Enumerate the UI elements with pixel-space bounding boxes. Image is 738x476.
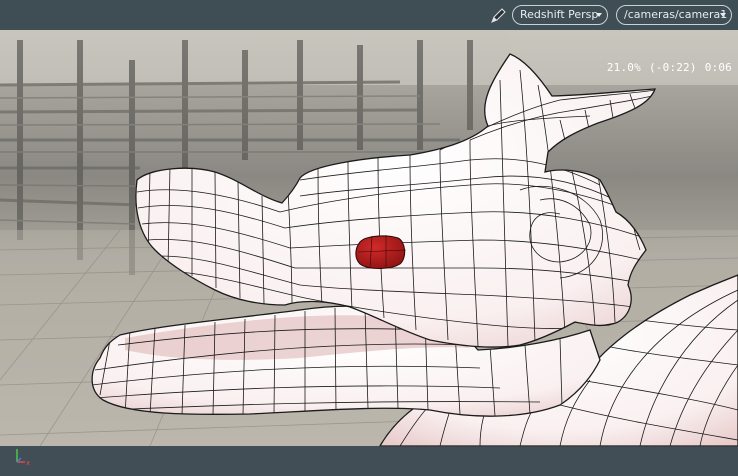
chevron-down-icon xyxy=(720,13,726,17)
3d-viewport[interactable]: 21.0% (-0:22) 0:06 xyxy=(0,30,738,476)
chevron-down-icon xyxy=(596,13,602,17)
time-readout: 0:06 xyxy=(704,61,732,74)
renderer-dropdown[interactable]: Redshift Persp xyxy=(512,5,608,25)
viewport-toolbar: Redshift Persp /cameras/camera1 xyxy=(0,0,738,30)
viewport-bottom-bar xyxy=(0,446,738,476)
zoom-readout: 21.0% xyxy=(606,61,641,74)
svg-text:x: x xyxy=(26,459,30,467)
axis-gizmo-icon: x xyxy=(16,449,30,467)
model-eye[interactable] xyxy=(355,235,407,269)
camera-dropdown-label: /cameras/camera1 xyxy=(624,8,728,21)
viewport-hud: 21.0% (-0:22) 0:06 xyxy=(599,61,732,74)
time-offset-readout: (-0:22) xyxy=(648,61,697,74)
renderer-dropdown-label: Redshift Persp xyxy=(520,8,599,21)
camera-dropdown[interactable]: /cameras/camera1 xyxy=(616,5,732,25)
pencil-icon[interactable] xyxy=(488,6,508,26)
